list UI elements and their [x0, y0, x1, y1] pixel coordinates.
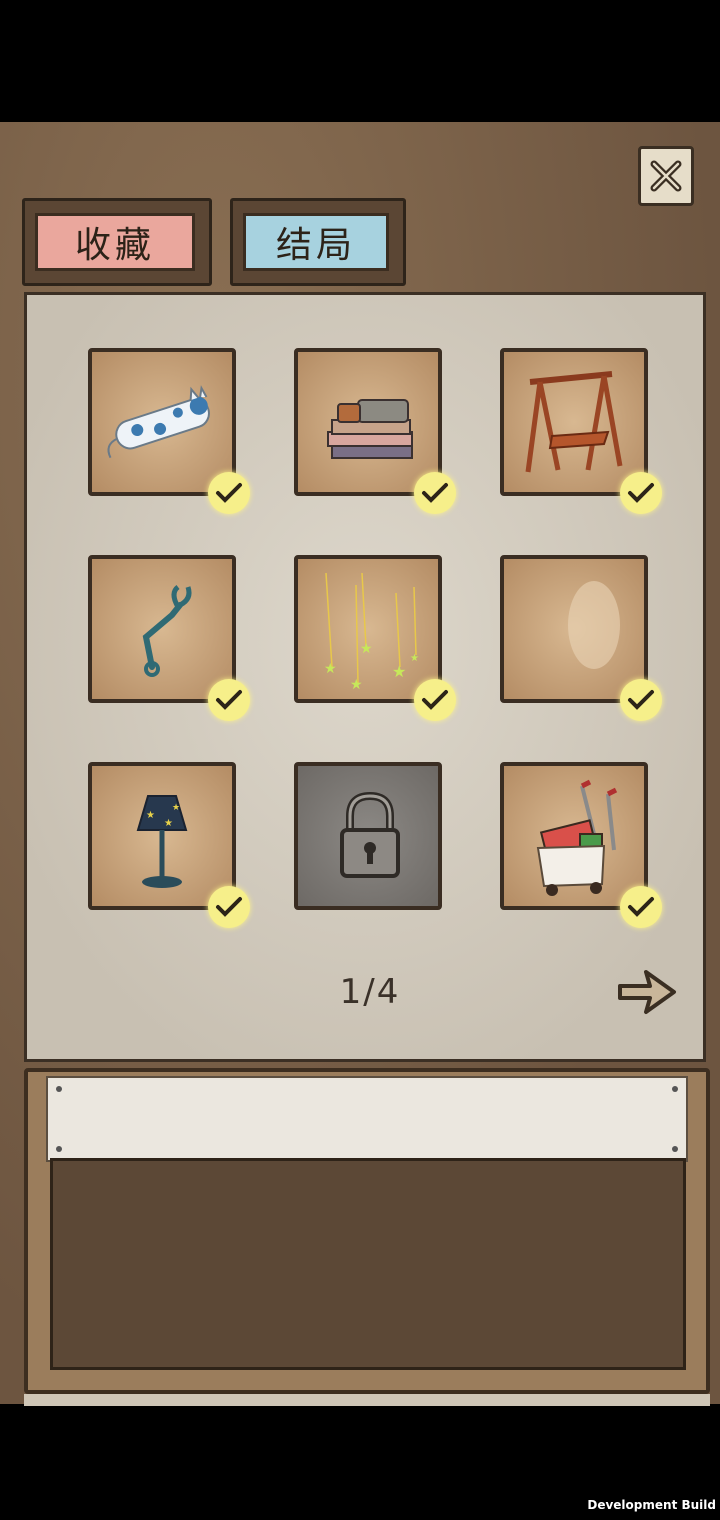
svg-text:★: ★ [146, 810, 155, 821]
svg-text:★: ★ [324, 661, 337, 677]
next-page-button[interactable] [616, 964, 678, 1020]
collected-check-icon [414, 679, 456, 721]
build-label: Development Build [587, 1498, 716, 1512]
item-slot[interactable]: ★ ★ ★ ★ ★ [294, 555, 456, 721]
star-lamp-icon: ★ ★ ★ [136, 795, 188, 888]
collected-check-icon [208, 679, 250, 721]
collected-check-icon [208, 472, 250, 514]
shopping-cart-icon [536, 779, 618, 896]
close-button[interactable] [638, 146, 694, 206]
pin-icon [56, 1146, 62, 1152]
collected-check-icon [414, 472, 456, 514]
collected-check-icon [620, 886, 662, 928]
pin-icon [672, 1146, 678, 1152]
wooden-swing-icon [525, 371, 623, 473]
item-slot[interactable] [500, 762, 662, 928]
svg-text:★: ★ [410, 653, 419, 664]
svg-text:★: ★ [164, 818, 173, 829]
close-icon [650, 160, 682, 192]
svg-text:★: ★ [350, 677, 363, 693]
hanging-stars-icon: ★ ★ ★ ★ ★ [324, 572, 419, 693]
description-title-paper [46, 1076, 688, 1162]
item-slot[interactable] [294, 348, 456, 514]
pin-icon [672, 1086, 678, 1092]
item-slot[interactable] [88, 348, 250, 514]
grabber-claw-icon [142, 585, 192, 677]
tab-ending-label: 结局 [275, 225, 356, 266]
item-slot[interactable] [500, 348, 662, 514]
item-slot[interactable] [500, 555, 662, 721]
tab-collection[interactable]: 收藏 [22, 198, 212, 286]
item-slot[interactable] [88, 555, 250, 721]
padlock-icon [340, 791, 400, 878]
page-indicator: 1/4 [339, 972, 401, 1012]
tab-ending[interactable]: 结局 [230, 198, 406, 286]
item-slot-locked[interactable] [294, 762, 442, 910]
tab-collection-label: 收藏 [74, 225, 155, 266]
svg-text:★: ★ [360, 641, 373, 657]
blank-item-icon [568, 581, 620, 669]
bottom-strip [24, 1394, 710, 1406]
book-stack-icon [327, 399, 413, 459]
collected-check-icon [620, 679, 662, 721]
arrow-right-icon [618, 970, 676, 1014]
pin-icon [56, 1086, 62, 1092]
svg-text:★: ★ [172, 803, 180, 813]
svg-text:★: ★ [392, 662, 406, 681]
collected-check-icon [620, 472, 662, 514]
item-slot[interactable]: ★ ★ ★ [88, 762, 250, 928]
description-body [50, 1158, 686, 1370]
collected-check-icon [208, 886, 250, 928]
cat-pillow-icon [107, 385, 210, 459]
